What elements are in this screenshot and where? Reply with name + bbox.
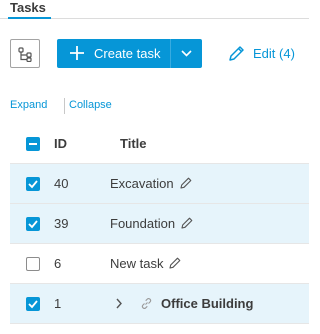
collapse-link[interactable]: Collapse [69, 99, 112, 111]
chevron-down-icon [181, 50, 192, 57]
chevron-right-icon[interactable] [115, 298, 123, 309]
indeterminate-icon [29, 143, 37, 145]
active-tab-indicator [8, 17, 51, 19]
create-task-button[interactable]: Create task [57, 39, 170, 68]
expand-link[interactable]: Expand [10, 99, 47, 111]
pencil-icon [229, 46, 244, 61]
row-id: 40 [54, 176, 69, 191]
table-header: ID Title [10, 124, 309, 164]
tree-view-button[interactable] [10, 39, 40, 68]
column-header-id[interactable]: ID [54, 137, 67, 151]
pencil-icon[interactable] [169, 257, 181, 269]
toolbar: Create task Edit (4) [0, 38, 309, 68]
table-row[interactable]: 40 Excavation [10, 164, 309, 204]
link-icon [141, 298, 152, 309]
link-divider [64, 98, 65, 114]
create-task-label: Create task [94, 46, 161, 61]
create-task-dropdown-button[interactable] [171, 39, 202, 68]
table-row[interactable]: 1 Office Building [10, 284, 309, 324]
plus-icon [70, 46, 84, 60]
column-header-title[interactable]: Title [120, 137, 147, 151]
tasks-table: ID Title 40 Excavation 39 Foundation 6 N… [10, 124, 309, 324]
row-title-text: Excavation [110, 176, 174, 191]
checkmark-icon [28, 220, 38, 229]
tab-bar: Tasks [0, 0, 309, 19]
checkmark-icon [28, 180, 38, 189]
expand-collapse-links: Expand Collapse [0, 97, 309, 115]
pencil-icon[interactable] [180, 177, 192, 189]
table-row[interactable]: 39 Foundation [10, 204, 309, 244]
row-title-text: Office Building [161, 296, 254, 311]
row-checkbox[interactable] [26, 297, 40, 311]
row-title-text: Foundation [110, 216, 176, 231]
row-title: Foundation [110, 217, 193, 231]
table-row[interactable]: 6 New task [10, 244, 309, 284]
row-id: 6 [54, 256, 62, 271]
checkmark-icon [28, 300, 38, 309]
row-id: 1 [54, 296, 62, 311]
row-title-text: New task [110, 256, 164, 271]
row-id: 39 [54, 216, 69, 231]
edit-label: Edit (4) [253, 46, 295, 61]
edit-button[interactable]: Edit (4) [226, 39, 300, 68]
row-checkbox[interactable] [26, 177, 40, 191]
row-checkbox[interactable] [26, 257, 40, 271]
select-all-checkbox[interactable] [26, 137, 40, 151]
row-checkbox[interactable] [26, 217, 40, 231]
tree-structure-icon [18, 47, 32, 62]
pencil-icon[interactable] [181, 217, 193, 229]
row-title: Excavation [110, 177, 192, 191]
row-title: New task [110, 257, 181, 271]
